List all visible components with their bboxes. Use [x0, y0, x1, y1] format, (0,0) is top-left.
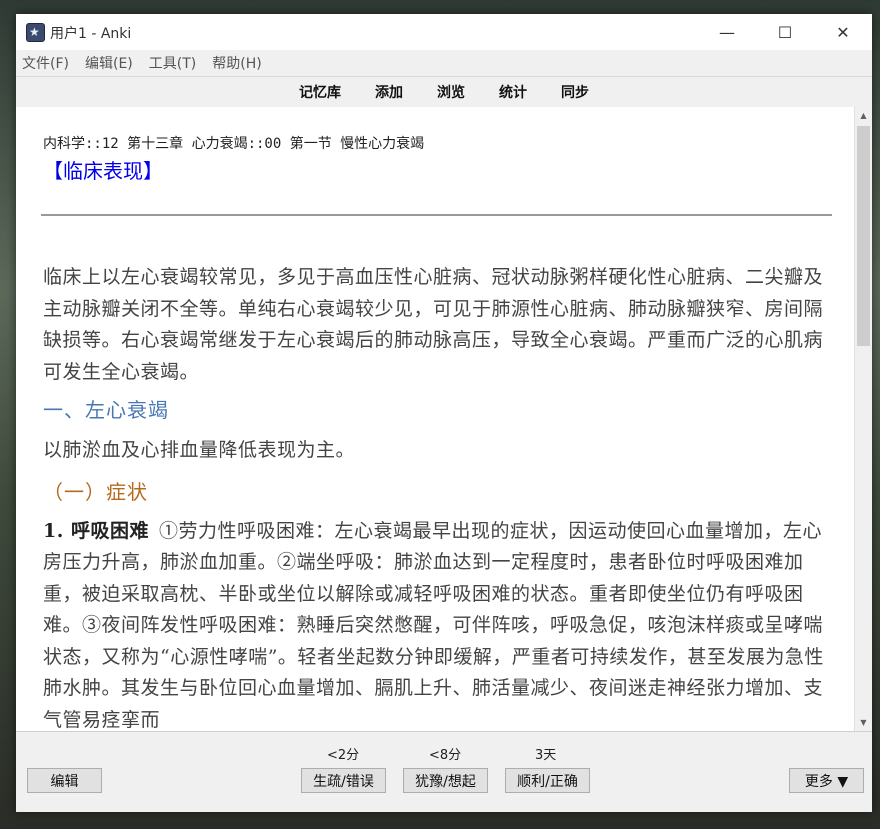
anki-window: 用户1 - Anki — ☐ ✕ 文件(F) 编辑(E) 工具(T) 帮助(H)… — [16, 14, 872, 812]
main-toolbar: 记忆库 添加 浏览 统计 同步 — [16, 76, 872, 108]
more-button[interactable]: 更多 ▼ — [789, 768, 864, 793]
vertical-scrollbar[interactable]: ▲ ▼ — [854, 107, 872, 731]
subsection-symptoms: （一）症状 — [43, 479, 148, 504]
menu-bar: 文件(F) 编辑(E) 工具(T) 帮助(H) — [16, 50, 872, 76]
card: 内科学::12 第十三章 心力衰竭::00 第一节 慢性心力衰竭 【临床表现】 … — [41, 133, 833, 732]
scroll-thumb[interactable] — [857, 126, 870, 346]
item-dyspnea-text: ①劳力性呼吸困难：左心衰竭最早出现的症状，因运动使回心血量增加，左心房压力升高，… — [43, 519, 824, 731]
title-bar: 用户1 - Anki — ☐ ✕ — [16, 14, 872, 50]
answer-divider — [41, 214, 832, 216]
card-content-area[interactable]: 内科学::12 第十三章 心力衰竭::00 第一节 慢性心力衰竭 【临床表现】 … — [16, 107, 872, 731]
stats-button[interactable]: 统计 — [482, 82, 544, 102]
scroll-up-icon[interactable]: ▲ — [855, 107, 872, 124]
answer-paragraph-3: 1. 呼吸困难 ①劳力性呼吸困难：左心衰竭最早出现的症状，因运动使回心血量增加，左… — [43, 516, 833, 732]
section-left-heart-failure: 一、左心衰竭 — [43, 398, 169, 422]
menu-help[interactable]: 帮助(H) — [212, 53, 261, 73]
interval-hard: <8分 — [429, 748, 462, 763]
menu-edit[interactable]: 编辑(E) — [85, 53, 133, 73]
card-front-heading: 【临床表现】 — [43, 159, 163, 183]
menu-file[interactable]: 文件(F) — [22, 53, 69, 73]
menu-tools[interactable]: 工具(T) — [149, 53, 196, 73]
window-title: 用户1 - Anki — [50, 26, 132, 42]
edit-button[interactable]: 编辑 — [27, 768, 102, 793]
browse-button[interactable]: 浏览 — [420, 82, 482, 102]
good-button[interactable]: 顺利/正确 — [505, 768, 590, 793]
hard-button[interactable]: 犹豫/想起 — [403, 768, 488, 793]
interval-good: 3天 — [535, 748, 557, 763]
decks-button[interactable]: 记忆库 — [282, 82, 358, 102]
answer-paragraph-1: 临床上以左心衰竭较常见，多见于高血压性心脏病、冠状动脉粥样硬化性心脏病、二尖瓣及… — [43, 266, 824, 383]
sync-button[interactable]: 同步 — [544, 82, 606, 102]
item-dyspnea-title: 1. 呼吸困难 — [43, 519, 149, 542]
answer-paragraph-2: 以肺淤血及心排血量降低表现为主。 — [43, 439, 356, 461]
minimize-button[interactable]: — — [698, 14, 756, 50]
deck-path: 内科学::12 第十三章 心力衰竭::00 第一节 慢性心力衰竭 — [43, 136, 425, 152]
maximize-button[interactable]: ☐ — [756, 14, 814, 50]
scroll-down-icon[interactable]: ▼ — [855, 714, 872, 731]
interval-again: <2分 — [327, 748, 360, 763]
anki-app-icon — [26, 23, 45, 42]
review-bottom-bar: <2分 <8分 3天 编辑 生疏/错误 犹豫/想起 顺利/正确 更多 ▼ — [16, 731, 872, 812]
add-button[interactable]: 添加 — [358, 82, 420, 102]
again-button[interactable]: 生疏/错误 — [301, 768, 386, 793]
close-button[interactable]: ✕ — [814, 14, 872, 50]
